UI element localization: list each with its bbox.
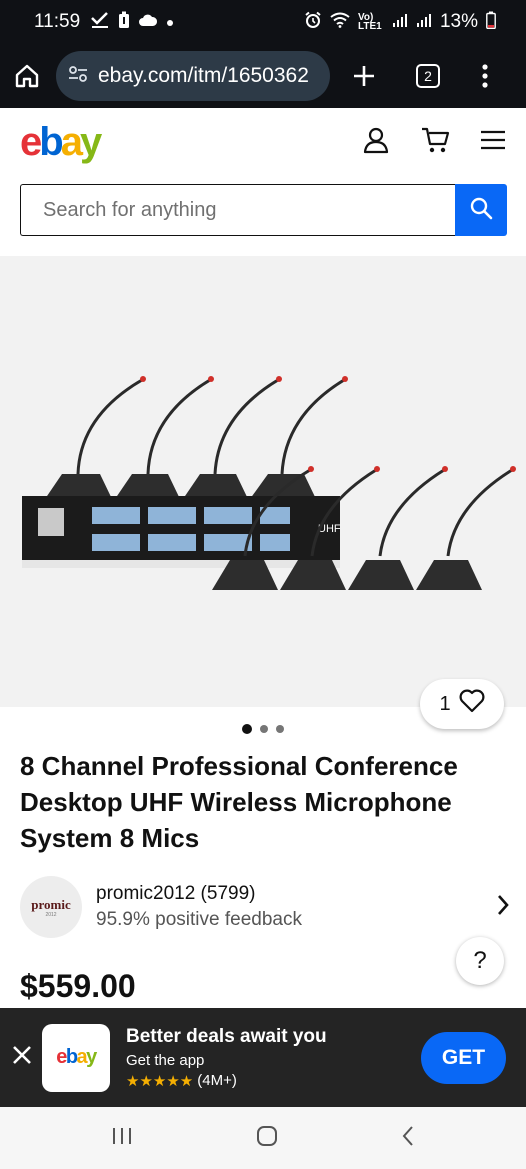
check-download-icon [90,11,110,33]
chevron-right-icon[interactable] [496,894,510,921]
status-time: 11:59 [34,11,81,32]
search-button[interactable] [455,184,507,236]
star-rating-icon: ★★★★★ [126,1072,194,1090]
image-carousel-dots[interactable] [0,724,526,734]
battery-saver-icon [118,11,130,33]
alarm-icon [304,11,322,33]
url-text: ebay.com/itm/1650362 [98,64,309,87]
recent-apps-icon[interactable] [111,1126,133,1151]
notification-dot-icon [166,14,174,31]
site-header: ebay [0,108,526,176]
url-field[interactable]: ebay.com/itm/1650362 [56,51,330,101]
more-options-icon[interactable] [482,64,488,88]
browser-toolbar: ebay.com/itm/1650362 2 [0,44,526,108]
carousel-dot-1[interactable] [242,724,252,734]
carousel-dot-3[interactable] [276,725,284,733]
seller-name: promic2012 (5799) [96,883,256,904]
ebay-app-icon: ebay [42,1023,110,1092]
search-bar: Search for anything [20,184,507,236]
home-button-icon[interactable] [256,1125,278,1152]
signal-icon [392,12,408,32]
seller-feedback: 95.9% positive feedback [96,909,302,930]
app-rating: ★★★★★ (4M+) [126,1072,327,1090]
app-promo-banner: ebay Better deals await you Get the app … [0,1008,526,1107]
status-bar: 11:59 Vo) LTE1 13% [0,0,526,44]
banner-title: Better deals await you [126,1025,327,1047]
cart-icon[interactable] [420,126,450,159]
battery-icon [486,11,496,33]
back-icon[interactable] [401,1125,415,1152]
seller-row[interactable]: promic 2012 promic2012 (5799) 95.9% posi… [20,876,510,938]
carousel-dot-2[interactable] [260,725,268,733]
account-icon[interactable] [362,126,390,159]
microphone-system-illustration: UHF [22,376,516,590]
watch-button[interactable]: 1 [420,679,504,729]
wifi-icon [330,12,350,32]
signal-2-icon [416,12,432,32]
tab-switcher-button[interactable]: 2 [416,64,440,88]
rating-count: (4M+) [197,1072,237,1089]
listing-title: 8 Channel Professional Conference Deskto… [20,751,458,853]
search-input[interactable]: Search for anything [20,184,455,236]
ebay-logo[interactable]: ebay [20,120,102,165]
heart-icon [459,689,485,719]
new-tab-icon[interactable] [352,64,376,88]
battery-percent: 13% [439,11,478,32]
watch-count: 1 [439,692,451,715]
banner-subtitle: Get the app [126,1051,205,1069]
menu-icon[interactable] [480,130,506,155]
seller-avatar: promic 2012 [20,876,82,938]
tab-count: 2 [416,64,440,88]
product-image[interactable]: UHF [0,256,526,707]
site-settings-icon[interactable] [68,66,88,86]
system-nav-bar [0,1107,526,1169]
get-app-button[interactable]: GET [421,1031,506,1084]
network-label: Vo) LTE1 [357,12,382,32]
home-icon[interactable] [14,63,40,89]
close-icon[interactable] [12,1045,32,1070]
help-button[interactable]: ? [456,937,504,985]
search-icon [469,196,493,225]
cloud-icon [138,13,158,31]
listing-price: $559.00 [20,968,136,1004]
